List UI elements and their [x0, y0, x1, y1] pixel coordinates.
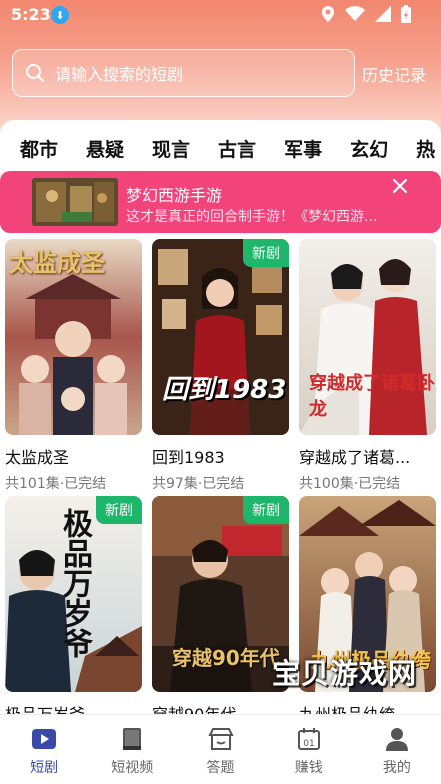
signal-icon	[375, 6, 391, 22]
nav-label: 赚钱	[294, 760, 323, 776]
new-badge: 新剧	[243, 239, 289, 267]
location-icon	[322, 6, 334, 22]
drama-card[interactable]: 穿越成了诸葛卧龙 穿越成了诸葛... 共100集·已完结	[299, 239, 436, 493]
drama-card[interactable]: 太监成圣 太监成圣 共101集·已完结	[5, 239, 142, 493]
tab-xuanhuan[interactable]: 玄幻	[350, 135, 388, 162]
nav-item-profile[interactable]: 我的	[353, 715, 441, 784]
drama-title: 太监成圣	[5, 448, 70, 467]
tab-xianyan[interactable]: 现言	[152, 135, 190, 162]
drama-card[interactable]: 极品万岁爷 新剧 极品万岁爷	[5, 496, 142, 725]
battery-icon	[401, 5, 411, 23]
svg-text:01: 01	[303, 739, 314, 749]
tab-dushi[interactable]: 都市	[20, 135, 58, 162]
download-icon: ⬇	[51, 6, 69, 24]
nav-item-earn[interactable]: 01 赚钱	[265, 715, 353, 784]
ad-banner[interactable]: 梦幻西游手游 这才是真正的回合制手游！《梦幻西游...	[0, 171, 441, 233]
profile-icon	[385, 728, 408, 751]
tab-xuanyi[interactable]: 悬疑	[86, 135, 124, 162]
new-badge: 新剧	[243, 496, 289, 524]
status-icons	[321, 5, 411, 23]
status-bar: 5:23 ⬇	[0, 0, 441, 30]
calendar-icon: 01	[297, 728, 320, 750]
new-badge: 新剧	[96, 496, 142, 524]
drama-meta: 共101集·已完结	[5, 476, 107, 492]
nav-label: 短视频	[111, 760, 154, 776]
drama-meta: 共97集·已完结	[152, 476, 245, 492]
drama-title: 回到1983	[152, 448, 225, 467]
wifi-icon	[345, 6, 365, 21]
search-input[interactable]: 请输入搜索的短剧	[12, 49, 355, 97]
bottom-nav: 短剧 短视频 答题 01 赚钱 我的	[0, 714, 441, 784]
nav-label: 我的	[382, 760, 411, 776]
drama-poster[interactable]: 穿越成了诸葛卧龙	[299, 239, 436, 435]
drama-card[interactable]: 穿越90年代 新剧 穿越90年代	[152, 496, 289, 725]
play-icon	[32, 729, 57, 749]
history-button[interactable]: 历史记录	[362, 62, 426, 86]
drama-poster[interactable]: 穿越90年代 新剧	[152, 496, 289, 692]
nav-item-short-video[interactable]: 短视频	[88, 715, 176, 784]
tab-hot[interactable]: 热	[416, 135, 435, 162]
nav-label: 答题	[206, 760, 235, 776]
tab-junshi[interactable]: 军事	[284, 135, 322, 162]
category-tabs: 都市 悬疑 现言 古言 军事 玄幻 热	[0, 120, 441, 172]
drama-meta: 共100集·已完结	[299, 476, 401, 492]
status-time: 5:23	[11, 5, 51, 24]
nav-item-duanju[interactable]: 短剧	[0, 715, 88, 784]
poster-title: 极品万岁爷	[57, 508, 92, 658]
banner-thumbnail	[32, 178, 118, 226]
search-icon	[26, 64, 44, 82]
poster-title: 回到1983	[162, 375, 287, 405]
drama-poster[interactable]: 回到1983 新剧	[152, 239, 289, 435]
poster-title: 太监成圣	[9, 249, 105, 277]
book-icon	[123, 728, 142, 750]
watermark: 宝贝游戏网	[272, 657, 418, 690]
drama-poster[interactable]: 极品万岁爷 新剧	[5, 496, 142, 692]
drama-title: 穿越成了诸葛...	[299, 448, 411, 467]
store-icon	[207, 728, 234, 750]
banner-title: 梦幻西游手游	[126, 186, 223, 205]
close-icon[interactable]	[390, 176, 410, 196]
drama-poster[interactable]: 太监成圣	[5, 239, 142, 435]
poster-title: 穿越90年代	[172, 646, 280, 670]
poster-title: 穿越成了诸葛卧龙	[309, 373, 435, 420]
banner-subtitle: 这才是真正的回合制手游！《梦幻西游...	[126, 209, 378, 225]
nav-label: 短剧	[30, 760, 59, 776]
drama-card[interactable]: 回到1983 新剧 回到1983 共97集·已完结	[152, 239, 289, 493]
search-placeholder: 请输入搜索的短剧	[55, 65, 184, 84]
nav-item-quiz[interactable]: 答题	[176, 715, 264, 784]
tab-guyan[interactable]: 古言	[218, 135, 256, 162]
